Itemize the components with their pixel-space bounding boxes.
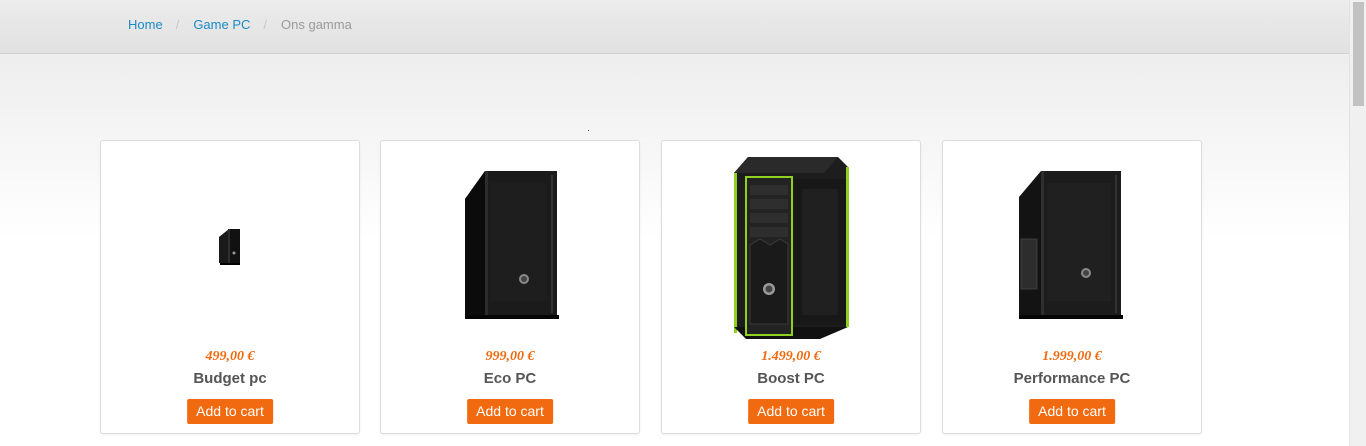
pc-case-window-icon (1019, 171, 1123, 319)
product-image[interactable] (101, 149, 359, 345)
pc-case-green-icon (734, 157, 849, 339)
product-name[interactable]: Performance PC (943, 370, 1201, 387)
add-to-cart-button[interactable]: Add to cart (187, 399, 273, 424)
product-price: 1.499,00 € (761, 349, 821, 364)
product-price: 499,00 € (205, 349, 255, 364)
product-card-boost-pc: 1.499,00 € Boost PC Add to cart (661, 140, 921, 434)
pc-case-small-icon (219, 229, 240, 265)
product-card-eco-pc: 999,00 € Eco PC Add to cart (380, 140, 640, 434)
product-price: 999,00 € (485, 349, 535, 364)
breadcrumb-separator: / (263, 17, 268, 32)
vertical-scrollbar[interactable] (1349, 0, 1366, 446)
product-card-budget-pc: 499,00 € Budget pc Add to cart (100, 140, 360, 434)
stray-dot (588, 130, 589, 131)
pc-case-icon (465, 171, 559, 319)
breadcrumb-game-pc-link[interactable]: Game PC (193, 17, 250, 32)
add-to-cart-button[interactable]: Add to cart (748, 399, 834, 424)
breadcrumb-separator: / (175, 17, 180, 32)
add-to-cart-button[interactable]: Add to cart (1029, 399, 1115, 424)
product-card-performance-pc: 1.999,00 € Performance PC Add to cart (942, 140, 1202, 434)
product-price: 1.999,00 € (1042, 349, 1102, 364)
product-image[interactable] (943, 149, 1201, 345)
breadcrumb-bar: Home / Game PC / Ons gamma (0, 0, 1349, 54)
product-image[interactable] (662, 149, 920, 345)
add-to-cart-button[interactable]: Add to cart (467, 399, 553, 424)
breadcrumb-current: Ons gamma (281, 17, 352, 32)
scrollbar-thumb[interactable] (1353, 2, 1364, 106)
breadcrumb-home-link[interactable]: Home (128, 17, 163, 32)
product-grid: 499,00 € Budget pc Add to cart 999,00 € … (100, 140, 1204, 434)
product-name[interactable]: Boost PC (662, 370, 920, 387)
product-name[interactable]: Eco PC (381, 370, 639, 387)
breadcrumb: Home / Game PC / Ons gamma (128, 17, 352, 32)
product-name[interactable]: Budget pc (101, 370, 359, 387)
product-image[interactable] (381, 149, 639, 345)
